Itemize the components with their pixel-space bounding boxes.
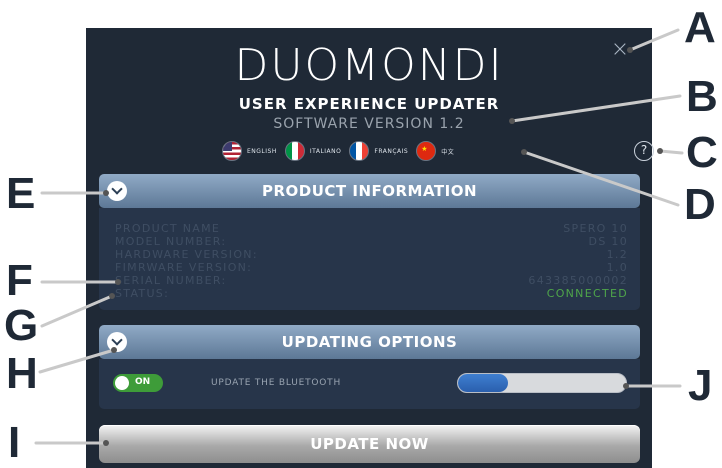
callout-i: I xyxy=(8,418,21,467)
callout-a: A xyxy=(684,3,716,52)
leader-dot-j xyxy=(623,383,629,389)
callout-d: D xyxy=(684,180,716,229)
leader-line-d xyxy=(522,150,680,207)
leader-dot-b xyxy=(509,118,515,124)
callout-e: E xyxy=(6,169,36,218)
leader-dot-a xyxy=(627,47,633,53)
callout-g: G xyxy=(4,301,39,350)
leader-dot-c xyxy=(657,148,663,154)
callout-f: F xyxy=(6,256,33,305)
leader-line-c xyxy=(658,149,684,155)
callout-j: J xyxy=(688,361,713,410)
leader-dot-h xyxy=(111,347,117,353)
leader-dot-i xyxy=(103,440,109,446)
callout-h: H xyxy=(6,349,38,398)
callout-c: C xyxy=(686,128,718,177)
leader-dot-f xyxy=(115,279,121,285)
callout-lines xyxy=(34,28,684,446)
callout-b: B xyxy=(686,72,718,121)
leader-dot-g xyxy=(109,293,115,299)
leader-line-b xyxy=(510,94,682,123)
leader-line-a xyxy=(628,28,680,52)
leader-dot-e xyxy=(103,190,109,196)
leader-line-h xyxy=(38,348,116,374)
leader-line-g xyxy=(40,294,114,328)
leader-dot-d xyxy=(521,149,527,155)
